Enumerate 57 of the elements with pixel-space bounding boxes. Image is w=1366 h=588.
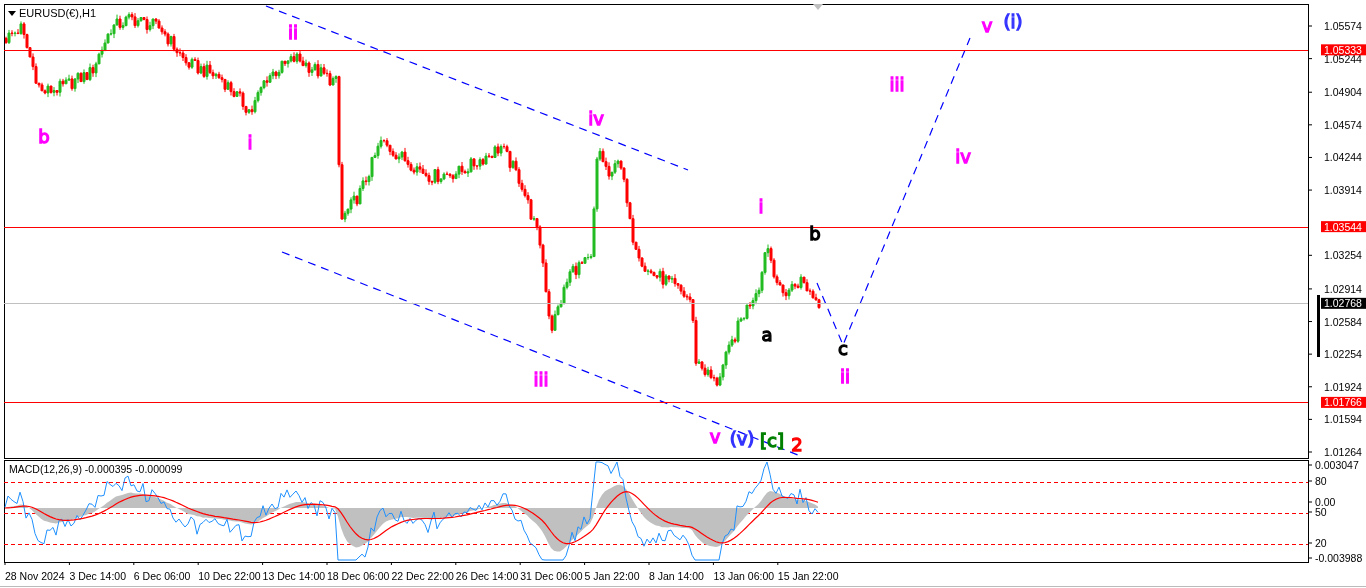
time-tick: 13 Jan 06:00 [713,570,775,582]
time-tick: 22 Dec 22:00 [391,570,454,582]
price-tag: 1.03544 [1321,220,1366,233]
time-tick: 10 Dec 22:00 [198,570,261,582]
time-tick: 31 Dec 06:00 [520,570,583,582]
price-tick: 1.01924 [1324,380,1362,393]
wave-label: iii [889,74,905,95]
price-tick: 1.05574 [1324,20,1362,32]
wave-label: a [761,324,773,345]
time-tick: 13 Dec 14:00 [262,570,326,582]
time-tick: 18 Dec 06:00 [327,570,390,582]
indicator-tick: 0.003047 [1315,459,1359,471]
price-tick: 1.01594 [1324,413,1362,426]
price-tag: 1.05333 [1321,43,1366,56]
wave-label: [c] [760,430,784,451]
wave-label: iv [955,146,971,167]
wave-label: ii [288,22,298,43]
price-tag: 1.02768 [1321,297,1366,310]
scale-bar [1317,295,1320,357]
price-tick: 1.04574 [1324,118,1362,131]
wave-label: v [981,15,993,36]
price-tick: 1.03254 [1324,249,1362,262]
indicator-tick: -0.003988 [1315,552,1363,564]
indicator-label: MACD(12,26,9) -0.000395 -0.000099 [9,463,183,475]
price-tick: 1.02584 [1324,315,1362,328]
time-tick: 15 Jan 22:00 [777,570,839,582]
time-tick: 26 Dec 14:00 [455,570,519,582]
dropdown-icon[interactable] [8,11,16,16]
wave-label: ii [840,366,850,387]
price-tick: 1.02914 [1324,282,1362,295]
price-tick: 1.03914 [1324,184,1362,197]
wave-label: v [709,426,721,447]
price-tick: 1.01264 [1324,446,1362,458]
price-tick: 1.02254 [1324,348,1362,361]
price-tick: 1.04904 [1324,86,1362,99]
wave-label: i [247,132,253,153]
wave-label: i [758,196,764,217]
indicator-tick: 20 [1315,537,1327,549]
wave-label: iv [588,108,604,129]
wave-label: b [38,126,50,147]
time-tick: 28 Nov 2024 [5,570,65,582]
wave-label: iii [533,369,549,390]
price-tag: 1.01766 [1321,396,1366,409]
wave-label: (i) [1003,11,1023,32]
wave-label: (v) [729,428,755,449]
time-tick: 3 Dec 14:00 [69,570,127,582]
indicator-tick: 80 [1315,475,1327,487]
indicator-tick: 50 [1315,506,1327,518]
time-tick: 5 Jan 22:00 [584,570,640,582]
symbol-label: EURUSD(€),H1 [19,7,96,19]
indicator-tick: 0.00 [1315,496,1336,508]
wave-label: c [838,338,848,359]
time-tick: 6 Dec 06:00 [133,570,191,582]
wave-label: 2 [791,434,803,455]
wave-label: b [809,223,821,244]
price-tick: 1.04244 [1324,151,1362,164]
time-tick: 8 Jan 14:00 [649,570,704,582]
